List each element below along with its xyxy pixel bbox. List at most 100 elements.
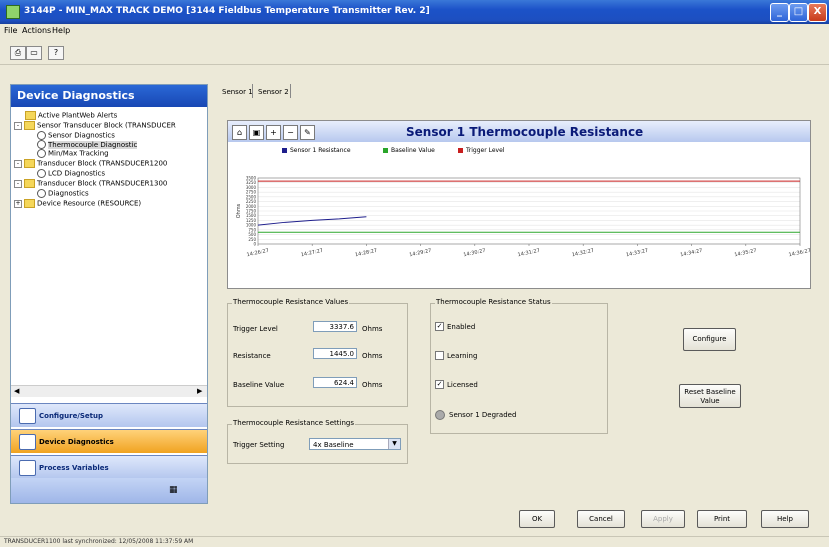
tree-item-sensor-transducer-block[interactable]: - Sensor Transducer Block (TRANSDUCER — [14, 121, 176, 130]
diagnostics-icon — [19, 434, 36, 450]
nav-process-variables[interactable]: Process Variables — [11, 455, 207, 479]
configure-buttons-icon[interactable]: ▦ — [169, 485, 178, 495]
scroll-left-icon[interactable]: ◀ — [14, 387, 19, 395]
menu-file[interactable]: File — [4, 26, 17, 35]
cancel-button[interactable]: Cancel — [577, 510, 625, 528]
y-tick-label: 0 — [253, 242, 256, 247]
x-tick-label: 14:29:27 — [409, 248, 432, 259]
licensed-label: Licensed — [447, 381, 478, 389]
chart-plot: 3500325030002750250022502000175015001250… — [236, 176, 810, 259]
folder-icon — [24, 121, 35, 130]
maximize-button[interactable]: □ — [789, 3, 808, 22]
tab-sensor-2[interactable]: Sensor 2 — [258, 86, 289, 99]
panel-header: Device Diagnostics — [11, 85, 207, 107]
diagnostic-icon — [37, 140, 46, 149]
x-tick-label: 14:36:27 — [788, 248, 810, 259]
x-tick-label: 14:31:27 — [517, 248, 540, 259]
y-axis-label: Ohms — [236, 203, 242, 218]
help-icon[interactable]: ? — [48, 46, 64, 60]
tree-item-active-plantweb-alerts[interactable]: Active PlantWeb Alerts — [25, 111, 117, 120]
nav-footer: ▦ — [11, 478, 207, 503]
tree-item-min-max-tracking[interactable]: Min/Max Tracking — [37, 149, 109, 158]
print-preview-icon[interactable]: ▭ — [26, 46, 42, 60]
expand-icon[interactable]: + — [14, 199, 22, 208]
tree-horizontal-scrollbar[interactable]: ◀ ▶ — [11, 385, 207, 397]
help-button[interactable]: Help — [761, 510, 809, 528]
menu-bar: File Actions Help — [0, 24, 829, 38]
resistance-label: Resistance — [233, 352, 271, 360]
menu-help[interactable]: Help — [52, 26, 70, 35]
close-button[interactable]: X — [808, 3, 827, 22]
tab-sensor-1[interactable]: Sensor 1 — [222, 86, 253, 99]
tree-item-lcd-diagnostics[interactable]: LCD Diagnostics — [37, 169, 105, 178]
print-icon[interactable]: ⎙ — [10, 46, 26, 60]
reset-baseline-button[interactable]: Reset Baseline Value — [679, 384, 741, 408]
tree-item-diagnostics[interactable]: Diagnostics — [37, 189, 89, 198]
wrench-icon — [19, 408, 36, 424]
tree-item-sensor-diagnostics[interactable]: Sensor Diagnostics — [37, 131, 115, 140]
nav-configure-setup[interactable]: Configure/Setup — [11, 403, 207, 427]
values-group-title: Thermocouple Resistance Values — [232, 298, 350, 306]
title-bar: 3144P - MIN_MAX TRACK DEMO [3144 Fieldbu… — [0, 0, 829, 24]
print-button[interactable]: Print — [697, 510, 747, 528]
learning-label: Learning — [447, 352, 478, 360]
status-group-title: Thermocouple Resistance Status — [435, 298, 552, 306]
collapse-icon[interactable]: - — [14, 159, 22, 168]
folder-icon — [25, 111, 36, 120]
unit-label: Ohms — [362, 352, 383, 360]
window-title: 3144P - MIN_MAX TRACK DEMO [3144 Fieldbu… — [24, 6, 430, 16]
table-icon — [19, 460, 36, 476]
configure-button[interactable]: Configure — [683, 328, 736, 351]
device-tree: Active PlantWeb Alerts - Sensor Transduce… — [11, 109, 207, 385]
menu-actions[interactable]: Actions — [22, 26, 51, 35]
trigger-setting-label: Trigger Setting — [233, 441, 285, 449]
diagnostic-icon — [37, 169, 46, 178]
x-tick-label: 14:30:27 — [463, 248, 486, 259]
folder-icon — [24, 159, 35, 168]
tree-item-transducer-block-1200[interactable]: - Transducer Block (TRANSDUCER1200 — [14, 159, 167, 168]
enabled-label: Enabled — [447, 323, 476, 331]
x-tick-label: 14:33:27 — [626, 248, 649, 259]
settings-group-title: Thermocouple Resistance Settings — [232, 419, 356, 427]
series-line-sensor-1-resistance — [257, 216, 367, 226]
trigger-setting-select[interactable]: 4x Baseline ▼ — [309, 438, 401, 450]
x-tick-label: 14:26:27 — [246, 248, 269, 259]
x-tick-label: 14:35:27 — [734, 248, 757, 259]
x-tick-label: 14:27:27 — [300, 248, 323, 259]
diagnostic-icon — [37, 131, 46, 140]
folder-icon — [24, 179, 35, 188]
licensed-checkbox[interactable]: ✓ — [435, 380, 444, 389]
diagnostic-icon — [37, 189, 46, 198]
tree-item-thermocouple-diagnostic[interactable]: Thermocouple Diagnostic — [37, 140, 138, 149]
tab-divider — [290, 84, 291, 98]
unit-label: Ohms — [362, 325, 383, 333]
minimize-button[interactable]: _ — [770, 3, 789, 22]
baseline-value: 624.4 — [313, 377, 357, 388]
app-icon — [6, 5, 20, 19]
trigger-level-value: 3337.6 — [313, 321, 357, 332]
tree-item-transducer-block-1300[interactable]: - Transducer Block (TRANSDUCER1300 — [14, 179, 167, 188]
unit-label: Ohms — [362, 381, 383, 389]
status-text: TRANSDUCER1100 last synchronized: 12/05/… — [4, 538, 194, 545]
enabled-checkbox[interactable]: ✓ — [435, 322, 444, 331]
status-bar: TRANSDUCER1100 last synchronized: 12/05/… — [0, 536, 829, 547]
collapse-icon[interactable]: - — [14, 179, 22, 188]
toolbar: ⎙ ▭ ? — [0, 38, 829, 65]
resistance-value: 1445.0 — [313, 348, 357, 359]
scroll-right-icon[interactable]: ▶ — [197, 387, 202, 395]
sensor-degraded-label: Sensor 1 Degraded — [449, 411, 517, 419]
tab-divider — [252, 84, 253, 98]
folder-icon — [24, 199, 35, 208]
apply-button[interactable]: Apply — [641, 510, 685, 528]
baseline-value-label: Baseline Value — [233, 381, 285, 389]
trigger-level-label: Trigger Level — [233, 325, 278, 333]
left-panel: Device Diagnostics Active PlantWeb Alert… — [10, 84, 208, 504]
collapse-icon[interactable]: - — [14, 121, 22, 130]
learning-checkbox[interactable] — [435, 351, 444, 360]
diagnostic-icon — [37, 149, 46, 158]
resistance-chart: ⌂ ▣ + − ✎ Sensor 1 Thermocouple Resistan… — [227, 120, 811, 289]
chevron-down-icon[interactable]: ▼ — [388, 439, 400, 449]
ok-button[interactable]: OK — [519, 510, 555, 528]
nav-device-diagnostics[interactable]: Device Diagnostics — [11, 429, 207, 453]
tree-item-device-resource[interactable]: + Device Resource (RESOURCE) — [14, 199, 141, 208]
